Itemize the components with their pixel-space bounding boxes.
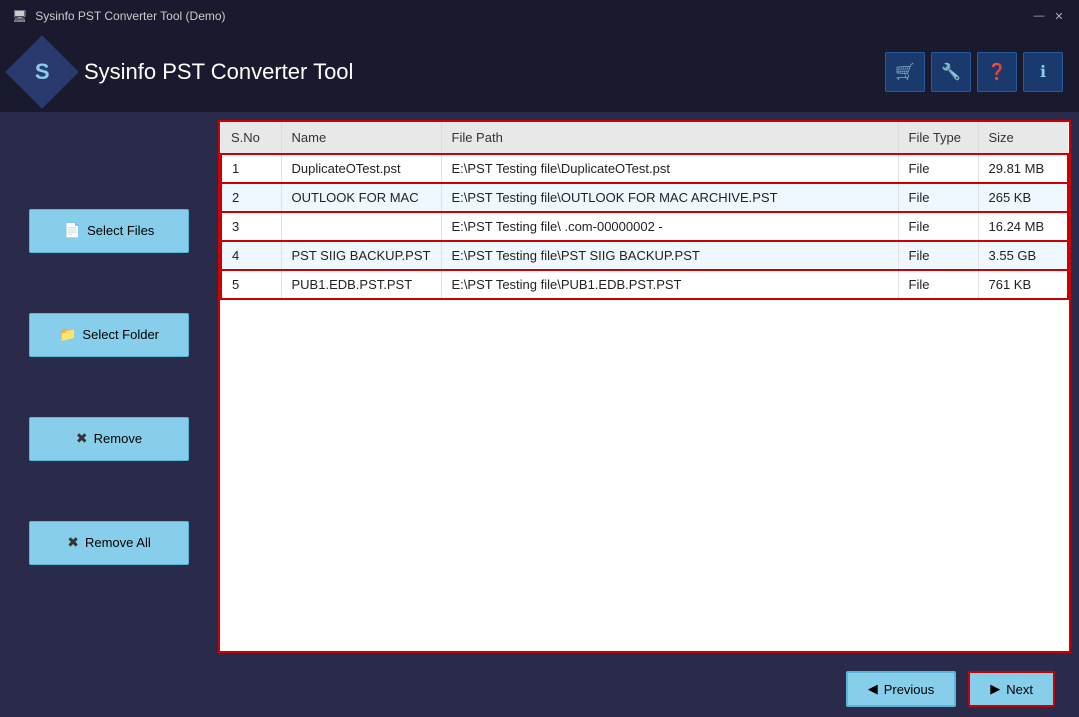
close-button[interactable]: ✕ — [1051, 8, 1067, 24]
minimize-button[interactable]: — — [1031, 8, 1047, 24]
select-files-icon: 📄 — [64, 222, 81, 239]
main-area: 📄 Select Files 📁 Select Folder ✖ Remove … — [0, 112, 1079, 661]
select-folder-icon: 📁 — [59, 326, 76, 343]
file-table-wrapper: S.No Name File Path File Type Size 1 Dup… — [218, 120, 1071, 653]
cell-name: OUTLOOK FOR MAC — [281, 183, 441, 212]
cell-sno: 1 — [221, 154, 281, 183]
select-folder-label: Select Folder — [82, 327, 159, 342]
tools-icon-button[interactable]: 🔧 — [931, 52, 971, 92]
file-table: S.No Name File Path File Type Size 1 Dup… — [220, 122, 1069, 300]
previous-icon: ◀ — [868, 681, 878, 697]
info-icon-button[interactable]: ℹ — [1023, 52, 1063, 92]
logo-diamond: S — [5, 35, 79, 109]
previous-button[interactable]: ◀ Previous — [846, 671, 957, 707]
cell-path: E:\PST Testing file\PUB1.EDB.PST.PST — [441, 270, 898, 299]
cell-size: 761 KB — [978, 270, 1068, 299]
remove-button[interactable]: ✖ Remove — [29, 417, 189, 461]
cell-type: File — [898, 154, 978, 183]
cell-sno: 3 — [221, 212, 281, 241]
cell-sno: 4 — [221, 241, 281, 270]
table-row[interactable]: 5 PUB1.EDB.PST.PST E:\PST Testing file\P… — [221, 270, 1068, 299]
remove-icon: ✖ — [76, 430, 88, 447]
cell-sno: 5 — [221, 270, 281, 299]
cart-icon-button[interactable]: 🛒 — [885, 52, 925, 92]
cell-path: E:\PST Testing file\DuplicateOTest.pst — [441, 154, 898, 183]
cell-type: File — [898, 241, 978, 270]
cell-size: 29.81 MB — [978, 154, 1068, 183]
table-header-row: S.No Name File Path File Type Size — [221, 122, 1068, 154]
help-icon-button[interactable]: ❓ — [977, 52, 1017, 92]
table-row[interactable]: 4 PST SIIG BACKUP.PST E:\PST Testing fil… — [221, 241, 1068, 270]
col-header-path: File Path — [441, 122, 898, 154]
cell-type: File — [898, 212, 978, 241]
content-area: S.No Name File Path File Type Size 1 Dup… — [218, 120, 1071, 653]
cell-sno: 2 — [221, 183, 281, 212]
cell-name: DuplicateOTest.pst — [281, 154, 441, 183]
col-header-name: Name — [281, 122, 441, 154]
header: S Sysinfo PST Converter Tool 🛒 🔧 ❓ ℹ — [0, 32, 1079, 112]
col-header-size: Size — [978, 122, 1068, 154]
header-icons: 🛒 🔧 ❓ ℹ — [885, 52, 1063, 92]
select-files-button[interactable]: 📄 Select Files — [29, 209, 189, 253]
remove-all-button[interactable]: ✖ Remove All — [29, 521, 189, 565]
previous-label: Previous — [884, 682, 935, 697]
cell-path: E:\PST Testing file\PST SIIG BACKUP.PST — [441, 241, 898, 270]
col-header-type: File Type — [898, 122, 978, 154]
app-title: Sysinfo PST Converter Tool — [84, 59, 869, 85]
title-bar: 🖥 Sysinfo PST Converter Tool (Demo) — ✕ — [0, 0, 1079, 32]
cell-size: 265 KB — [978, 183, 1068, 212]
cell-type: File — [898, 183, 978, 212]
sidebar: 📄 Select Files 📁 Select Folder ✖ Remove … — [0, 112, 218, 661]
cell-size: 3.55 GB — [978, 241, 1068, 270]
select-files-label: Select Files — [87, 223, 154, 238]
table-row[interactable]: 1 DuplicateOTest.pst E:\PST Testing file… — [221, 154, 1068, 183]
cell-name: PUB1.EDB.PST.PST — [281, 270, 441, 299]
next-icon: ▶ — [990, 681, 1000, 697]
logo-letter: S — [35, 59, 50, 85]
table-row[interactable]: 3 E:\PST Testing file\ .com-00000002 - F… — [221, 212, 1068, 241]
title-bar-controls: — ✕ — [1031, 8, 1067, 24]
remove-label: Remove — [94, 431, 142, 446]
select-folder-button[interactable]: 📁 Select Folder — [29, 313, 189, 357]
remove-all-label: Remove All — [85, 535, 151, 550]
footer: ◀ Previous ▶ Next — [0, 661, 1079, 717]
next-button[interactable]: ▶ Next — [968, 671, 1055, 707]
cell-path: E:\PST Testing file\OUTLOOK FOR MAC ARCH… — [441, 183, 898, 212]
cell-type: File — [898, 270, 978, 299]
col-header-sno: S.No — [221, 122, 281, 154]
table-row[interactable]: 2 OUTLOOK FOR MAC E:\PST Testing file\OU… — [221, 183, 1068, 212]
remove-all-icon: ✖ — [67, 534, 79, 551]
cell-path: E:\PST Testing file\ .com-00000002 - — [441, 212, 898, 241]
cell-size: 16.24 MB — [978, 212, 1068, 241]
next-label: Next — [1006, 682, 1033, 697]
cell-name — [281, 212, 441, 241]
title-bar-title: 🖥 Sysinfo PST Converter Tool (Demo) — [12, 9, 226, 23]
cell-name: PST SIIG BACKUP.PST — [281, 241, 441, 270]
app-icon: 🖥 — [12, 9, 27, 23]
